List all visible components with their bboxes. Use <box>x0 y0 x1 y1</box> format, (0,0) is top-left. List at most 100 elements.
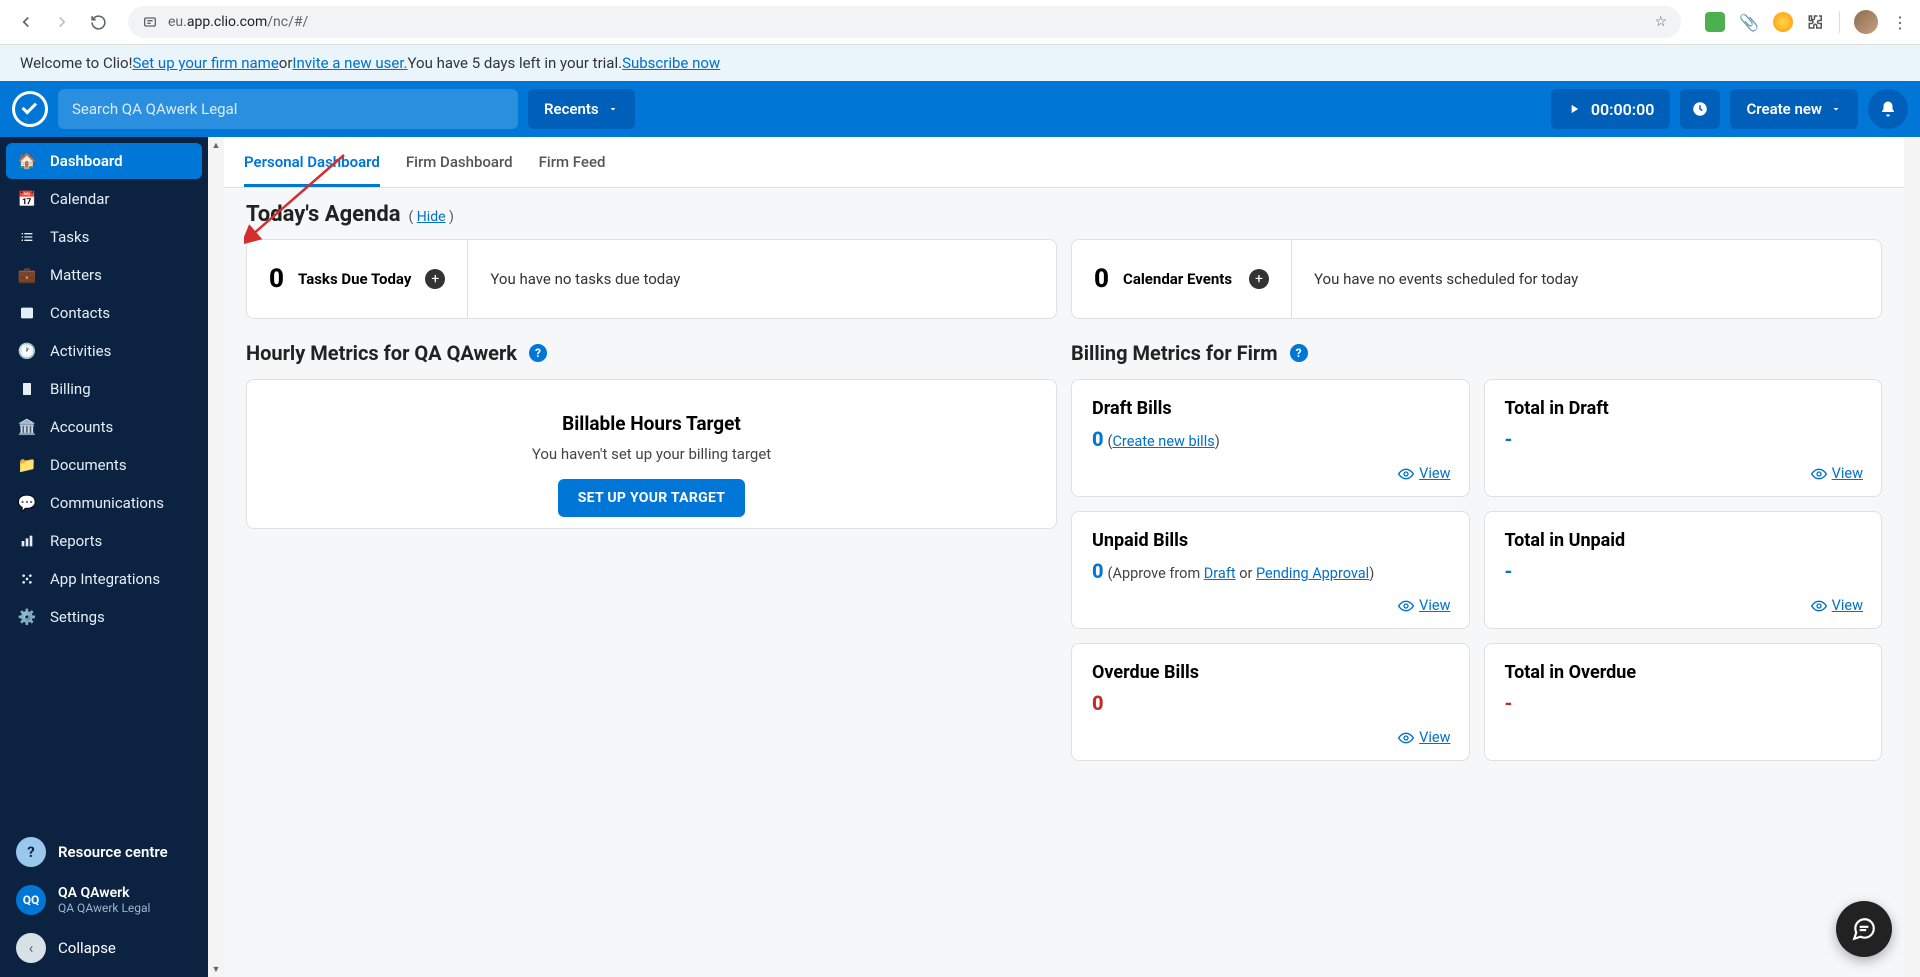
tab-firm-dashboard[interactable]: Firm Dashboard <box>406 137 513 187</box>
timer-button[interactable]: 00:00:00 <box>1551 89 1671 129</box>
extension-icon[interactable] <box>1705 12 1725 32</box>
chat-fab[interactable] <box>1836 901 1892 957</box>
scroll-rail[interactable]: ▲ ▼ <box>208 137 224 977</box>
extension-clip-icon[interactable]: 📎 <box>1739 13 1759 32</box>
search-box[interactable] <box>58 89 518 129</box>
search-input[interactable] <box>72 100 504 118</box>
back-button[interactable] <box>12 8 40 36</box>
resource-centre-button[interactable]: ? Resource centre <box>6 829 202 875</box>
view-draft-bills-link[interactable]: View <box>1398 465 1450 482</box>
main-content: Personal Dashboard Firm Dashboard Firm F… <box>224 137 1904 977</box>
agenda-title: Today's Agenda ( Hide ) <box>246 202 1882 227</box>
url-text: eu.app.clio.com/nc/#/ <box>168 14 308 30</box>
user-initials-badge: QQ <box>16 885 46 915</box>
forward-button[interactable] <box>48 8 76 36</box>
briefcase-icon: 💼 <box>18 266 36 284</box>
unpaid-bills-card: Unpaid Bills 0 (Approve from Draft or Pe… <box>1071 511 1470 629</box>
bank-icon: 🏛️ <box>18 418 36 436</box>
eye-icon <box>1811 466 1827 482</box>
approve-draft-link[interactable]: Draft <box>1204 565 1236 582</box>
sidebar-item-matters[interactable]: 💼Matters <box>6 257 202 293</box>
pending-approval-link[interactable]: Pending Approval <box>1256 565 1369 582</box>
draft-bills-value: 0 <box>1092 427 1104 451</box>
create-new-bills-link[interactable]: Create new bills <box>1112 433 1214 450</box>
subscribe-link[interactable]: Subscribe now <box>622 54 720 72</box>
extensions-area: 📎 ⋮ <box>1697 10 1908 34</box>
user-name: QA QAwerk <box>58 885 150 901</box>
sidebar-item-contacts[interactable]: Contacts <box>6 295 202 331</box>
sidebar-item-settings[interactable]: ⚙️Settings <box>6 599 202 635</box>
tab-firm-feed[interactable]: Firm Feed <box>539 137 606 187</box>
events-label: Calendar Events <box>1123 270 1232 288</box>
extension-icon[interactable] <box>1773 12 1793 32</box>
view-total-unpaid-link[interactable]: View <box>1811 597 1863 614</box>
scroll-up-icon[interactable]: ▲ <box>208 137 224 153</box>
list-icon <box>18 229 36 245</box>
sidebar-item-billing[interactable]: Billing <box>6 371 202 407</box>
contact-card-icon <box>18 305 36 321</box>
sidebar-item-dashboard[interactable]: 🏠Dashboard <box>6 143 202 179</box>
view-overdue-bills-link[interactable]: View <box>1398 729 1450 746</box>
profile-avatar[interactable] <box>1854 10 1878 34</box>
clock-button[interactable] <box>1680 89 1720 129</box>
setup-target-button[interactable]: SET UP YOUR TARGET <box>558 479 746 517</box>
welcome-text: Welcome to Clio! <box>20 54 132 72</box>
chevron-down-icon <box>1830 103 1842 115</box>
tab-personal-dashboard[interactable]: Personal Dashboard <box>244 137 380 187</box>
total-draft-card: Total in Draft - View <box>1484 379 1883 497</box>
chevron-left-icon: ‹ <box>16 933 46 963</box>
add-task-button[interactable]: + <box>425 269 445 289</box>
clock-icon <box>1691 100 1709 118</box>
billing-metrics-title: Billing Metrics for Firm ? <box>1071 341 1882 365</box>
target-card-subtitle: You haven't set up your billing target <box>267 445 1036 463</box>
sidebar-item-app-integrations[interactable]: App Integrations <box>6 561 202 597</box>
total-overdue-card: Total in Overdue - <box>1484 643 1883 761</box>
view-total-draft-link[interactable]: View <box>1811 465 1863 482</box>
sidebar-item-calendar[interactable]: 📅Calendar <box>6 181 202 217</box>
view-unpaid-bills-link[interactable]: View <box>1398 597 1450 614</box>
scrollbar[interactable] <box>1904 137 1920 977</box>
tasks-label: Tasks Due Today <box>298 270 411 288</box>
tasks-count: 0 <box>269 264 284 294</box>
sidebar-item-activities[interactable]: 🕐Activities <box>6 333 202 369</box>
calendar-icon: 📅 <box>18 190 36 208</box>
sidebar-item-tasks[interactable]: Tasks <box>6 219 202 255</box>
browser-menu-icon[interactable]: ⋮ <box>1892 13 1908 32</box>
sidebar-item-documents[interactable]: 📁Documents <box>6 447 202 483</box>
events-empty-text: You have no events scheduled for today <box>1292 240 1881 318</box>
reload-button[interactable] <box>84 8 112 36</box>
notifications-button[interactable] <box>1868 89 1908 129</box>
sidebar-item-communications[interactable]: 💬Communications <box>6 485 202 521</box>
setup-firm-link[interactable]: Set up your firm name <box>132 54 278 72</box>
receipt-icon <box>18 381 36 397</box>
help-icon[interactable]: ? <box>1290 344 1308 362</box>
help-icon[interactable]: ? <box>529 344 547 362</box>
total-draft-value: - <box>1505 427 1862 451</box>
calendar-events-card: 0 Calendar Events + You have no events s… <box>1071 239 1882 319</box>
sidebar-item-reports[interactable]: Reports <box>6 523 202 559</box>
clio-logo[interactable] <box>12 91 48 127</box>
invite-user-link[interactable]: Invite a new user. <box>292 54 407 72</box>
home-icon: 🏠 <box>18 152 36 170</box>
recents-button[interactable]: Recents <box>528 89 635 129</box>
question-icon: ? <box>16 837 46 867</box>
user-profile-button[interactable]: QQ QA QAwerk QA QAwerk Legal <box>6 877 202 923</box>
create-new-button[interactable]: Create new <box>1730 89 1858 129</box>
welcome-banner: Welcome to Clio! Set up your firm name o… <box>0 45 1920 81</box>
extensions-puzzle-icon[interactable] <box>1807 13 1825 31</box>
unpaid-bills-value: 0 <box>1092 559 1104 583</box>
app-bar: Recents 00:00:00 Create new <box>0 81 1920 137</box>
tasks-due-card: 0 Tasks Due Today + You have no tasks du… <box>246 239 1057 319</box>
scroll-down-icon[interactable]: ▼ <box>208 961 224 977</box>
overdue-bills-value: 0 <box>1092 691 1449 715</box>
url-bar[interactable]: eu.app.clio.com/nc/#/ ☆ <box>128 6 1681 38</box>
sidebar-item-accounts[interactable]: 🏛️Accounts <box>6 409 202 445</box>
total-unpaid-value: - <box>1505 559 1862 583</box>
hourly-metrics-title: Hourly Metrics for QA QAwerk ? <box>246 341 1057 365</box>
chat-icon: 💬 <box>18 494 36 512</box>
add-event-button[interactable]: + <box>1249 269 1269 289</box>
bar-chart-icon <box>18 533 36 549</box>
hide-agenda-link[interactable]: Hide <box>417 209 446 225</box>
collapse-sidebar-button[interactable]: ‹ Collapse <box>6 925 202 971</box>
bookmark-star-icon[interactable]: ☆ <box>1655 14 1668 30</box>
